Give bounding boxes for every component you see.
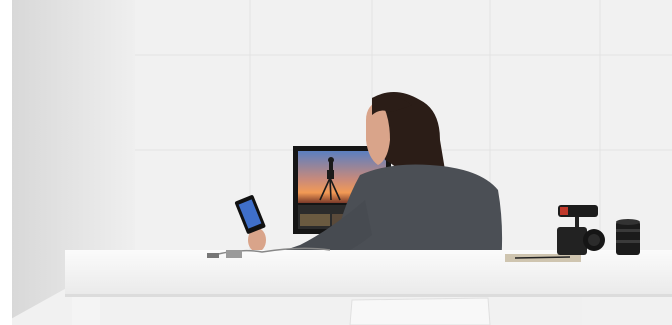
lens-icon: [616, 219, 640, 255]
camera-icon: [557, 205, 605, 255]
scene-illustration: [0, 0, 672, 325]
photo-scene: [0, 0, 672, 325]
left-frame: [0, 0, 12, 325]
dock-hub: [226, 250, 242, 258]
chair: [349, 297, 491, 325]
